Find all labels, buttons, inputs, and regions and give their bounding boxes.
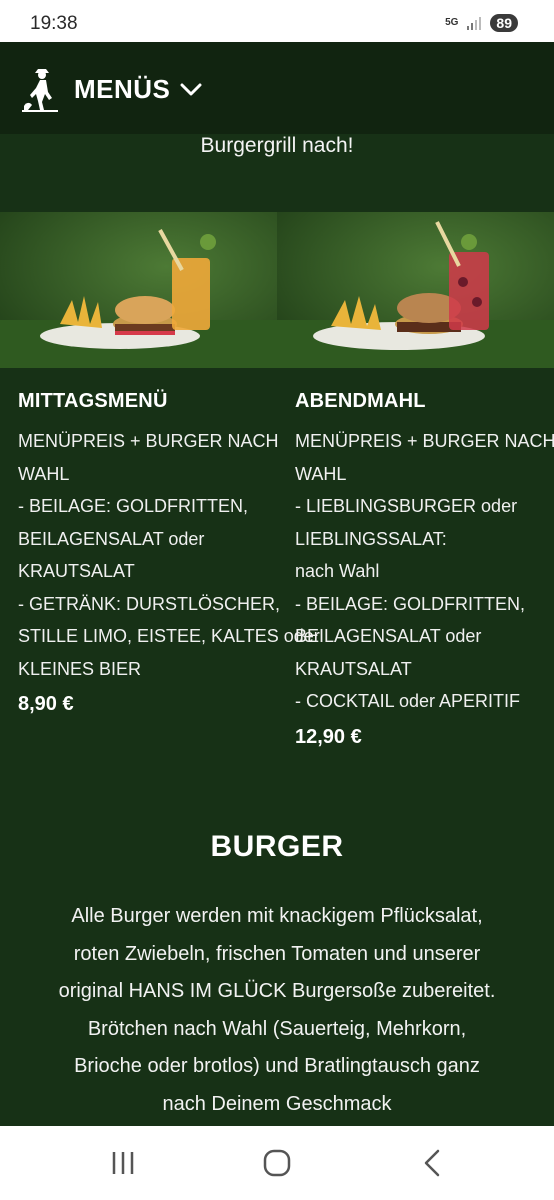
- signal-icon: [467, 17, 482, 30]
- status-icons: 5G 89: [445, 14, 518, 32]
- menus-dropdown-button[interactable]: MENÜS: [74, 74, 202, 105]
- menu-line: WAHL: [295, 463, 347, 484]
- menu-line: MENÜPREIS + BURGER NACH: [295, 431, 554, 451]
- menu-line: KLEINES BIER: [18, 658, 142, 679]
- menus-label: MENÜS: [74, 74, 171, 104]
- chevron-down-icon: [180, 83, 202, 95]
- description-line: roten Zwiebeln, frischen Tomaten und uns…: [73, 942, 481, 965]
- menu-title: ABENDMAHL: [295, 390, 426, 412]
- menu-title: MITTAGSMENÜ: [18, 390, 168, 412]
- menu-card-mittagsmenue: MITTAGSMENÜ MENÜPREIS + BURGER NACH WAHL…: [0, 212, 320, 749]
- section-title: BURGER: [210, 830, 344, 863]
- menu-line: STILLE LIMO, EISTEE, KALTES oder: [18, 626, 320, 646]
- recent-apps-icon[interactable]: [106, 1146, 140, 1180]
- menu-line: nach Wahl: [295, 561, 380, 581]
- abendmahl-photo: [277, 212, 554, 368]
- menu-card-abendmahl: ABENDMAHL MENÜPREIS + BURGER NACH WAHL -…: [277, 212, 554, 749]
- menu-price: 12,90 €: [295, 725, 362, 748]
- back-icon[interactable]: [416, 1146, 450, 1180]
- menu-line: KRAUTSALAT: [18, 561, 135, 581]
- description-line: nach Deinem Geschmack: [162, 1092, 392, 1115]
- hans-im-glueck-logo-icon[interactable]: [20, 68, 60, 112]
- burger-section: BURGER Alle Burger werden mit knackigem …: [0, 830, 554, 1123]
- menu-line: - LIEBLINGSBURGER oder: [295, 496, 518, 516]
- mittagsmenue-photo: [0, 212, 277, 368]
- menu-line: - BEILAGE: GOLDFRITTEN,: [18, 496, 249, 516]
- menu-line: - COCKTAIL oder APERITIF: [295, 691, 521, 711]
- menu-line: BEILAGENSALAT oder: [18, 528, 205, 549]
- app-header: MENÜS: [0, 42, 554, 134]
- description-line: original HANS IM GLÜCK Burgersoße zubere…: [58, 980, 496, 1002]
- system-nav-bar: [0, 1126, 554, 1200]
- menu-line: MENÜPREIS + BURGER NACH: [18, 431, 279, 451]
- description-line: Alle Burger werden mit knackigem Pflücks…: [71, 905, 483, 927]
- menu-line: BEILAGENSALAT oder: [295, 626, 482, 646]
- intro-text: Burgergrill nach!: [200, 134, 354, 157]
- menu-line: - BEILAGE: GOLDFRITTEN,: [295, 593, 526, 614]
- main-content: Burgergrill nach! MITTAGSMENÜ MENÜPREIS …: [0, 134, 554, 1115]
- battery-badge: 89: [490, 14, 518, 32]
- section-description: Alle Burger werden mit knackigem Pflücks…: [0, 898, 554, 1123]
- home-icon[interactable]: [260, 1146, 294, 1180]
- description-line: Brioche oder brotlos) und Bratlingtausch…: [74, 1055, 480, 1077]
- network-label: 5G: [445, 17, 459, 28]
- menu-line: LIEBLINGSSALAT:: [295, 528, 447, 549]
- status-time: 19:38: [30, 13, 78, 34]
- menu-price: 8,90 €: [18, 693, 74, 715]
- status-bar: 19:38 5G 89: [0, 0, 554, 42]
- menu-line: WAHL: [18, 463, 70, 484]
- menu-line: - GETRÄNK: DURSTLÖSCHER,: [18, 593, 281, 614]
- menu-offers: MITTAGSMENÜ MENÜPREIS + BURGER NACH WAHL…: [0, 212, 554, 749]
- description-line: Brötchen nach Wahl (Sauerteig, Mehrkorn,: [87, 1017, 467, 1040]
- menu-line: KRAUTSALAT: [295, 658, 412, 679]
